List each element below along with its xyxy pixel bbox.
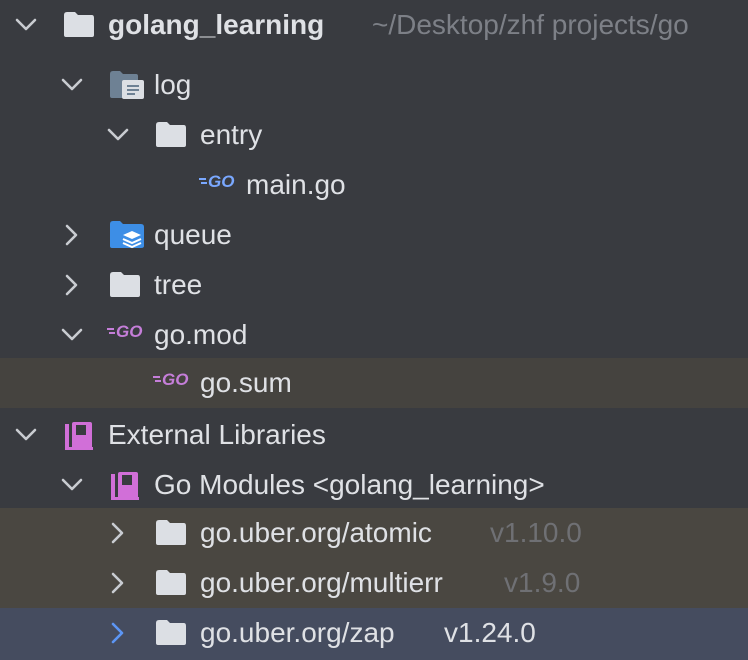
tree-row-tree[interactable]: tree — [0, 260, 748, 310]
svg-text:GO: GO — [116, 322, 142, 341]
module-name: go.uber.org/multierr — [200, 567, 443, 598]
chevron-down-icon[interactable] — [14, 410, 38, 460]
tree-row-queue[interactable]: queue — [0, 210, 748, 260]
library-icon — [108, 460, 144, 510]
module-folder-icon — [108, 60, 144, 110]
module-version: v1.10.0 — [490, 517, 582, 548]
folder-icon — [154, 558, 190, 608]
folder-icon — [62, 0, 98, 50]
folder-icon — [154, 508, 190, 558]
tree-row-main-go[interactable]: GO main.go — [0, 160, 748, 210]
tree-item-label: main.go — [246, 169, 346, 200]
tree-item-label: tree — [154, 269, 203, 300]
project-name: golang_learning — [108, 9, 325, 40]
svg-text:GO: GO — [208, 172, 234, 191]
tree-row-module-atomic[interactable]: go.uber.org/atomic v1.10.0 — [0, 508, 748, 558]
tree-row-module-multierr[interactable]: go.uber.org/multierr v1.9.0 — [0, 558, 748, 608]
chevron-right-icon[interactable] — [60, 210, 84, 260]
chevron-down-icon[interactable] — [60, 60, 84, 110]
tree-item-label: log — [154, 69, 192, 100]
library-icon — [62, 410, 98, 460]
chevron-right-icon[interactable] — [106, 558, 130, 608]
tree-row-project[interactable]: golang_learning ~/Desktop/zhf projects/g… — [0, 0, 748, 50]
tree-row-external-libraries[interactable]: External Libraries — [0, 410, 748, 460]
external-libraries-label: External Libraries — [108, 419, 326, 450]
tree-row-go-modules[interactable]: Go Modules <golang_learning> — [0, 460, 748, 510]
module-version: v1.24.0 — [444, 617, 536, 648]
chevron-right-icon[interactable] — [106, 508, 130, 558]
chevron-down-icon[interactable] — [60, 310, 84, 360]
chevron-down-icon[interactable] — [106, 110, 130, 160]
tree-row-entry[interactable]: entry — [0, 110, 748, 160]
chevron-down-icon[interactable] — [60, 460, 84, 510]
module-version: v1.9.0 — [504, 567, 581, 598]
project-path: ~/Desktop/zhf projects/go — [372, 9, 689, 40]
tree-item-label: go.sum — [200, 367, 292, 398]
tree-row-log[interactable]: log — [0, 60, 748, 110]
tree-row-module-zap[interactable]: go.uber.org/zap v1.24.0 — [0, 608, 748, 660]
chevron-right-icon[interactable] — [60, 260, 84, 310]
module-name: go.uber.org/atomic — [200, 517, 432, 548]
module-name: go.uber.org/zap — [200, 617, 395, 648]
svg-text:GO: GO — [162, 370, 188, 389]
tree-item-label: go.mod — [154, 319, 248, 350]
tree-row-go-mod[interactable]: GO go.mod — [0, 310, 748, 360]
project-tree: golang_learning ~/Desktop/zhf projects/g… — [0, 0, 748, 660]
folder-icon — [108, 260, 144, 310]
chevron-down-icon[interactable] — [14, 0, 38, 50]
go-file-icon: GO — [198, 160, 242, 210]
folder-icon — [154, 608, 190, 658]
folder-icon — [154, 110, 190, 160]
tree-item-label: queue — [154, 219, 232, 250]
go-modules-label: Go Modules <golang_learning> — [154, 469, 545, 500]
go-file-icon: GO — [152, 358, 196, 408]
go-file-icon: GO — [106, 310, 150, 360]
tree-row-go-sum[interactable]: GO go.sum — [0, 358, 748, 408]
tree-item-label: entry — [200, 119, 263, 150]
source-folder-icon — [108, 210, 144, 260]
chevron-right-icon[interactable] — [106, 608, 130, 658]
